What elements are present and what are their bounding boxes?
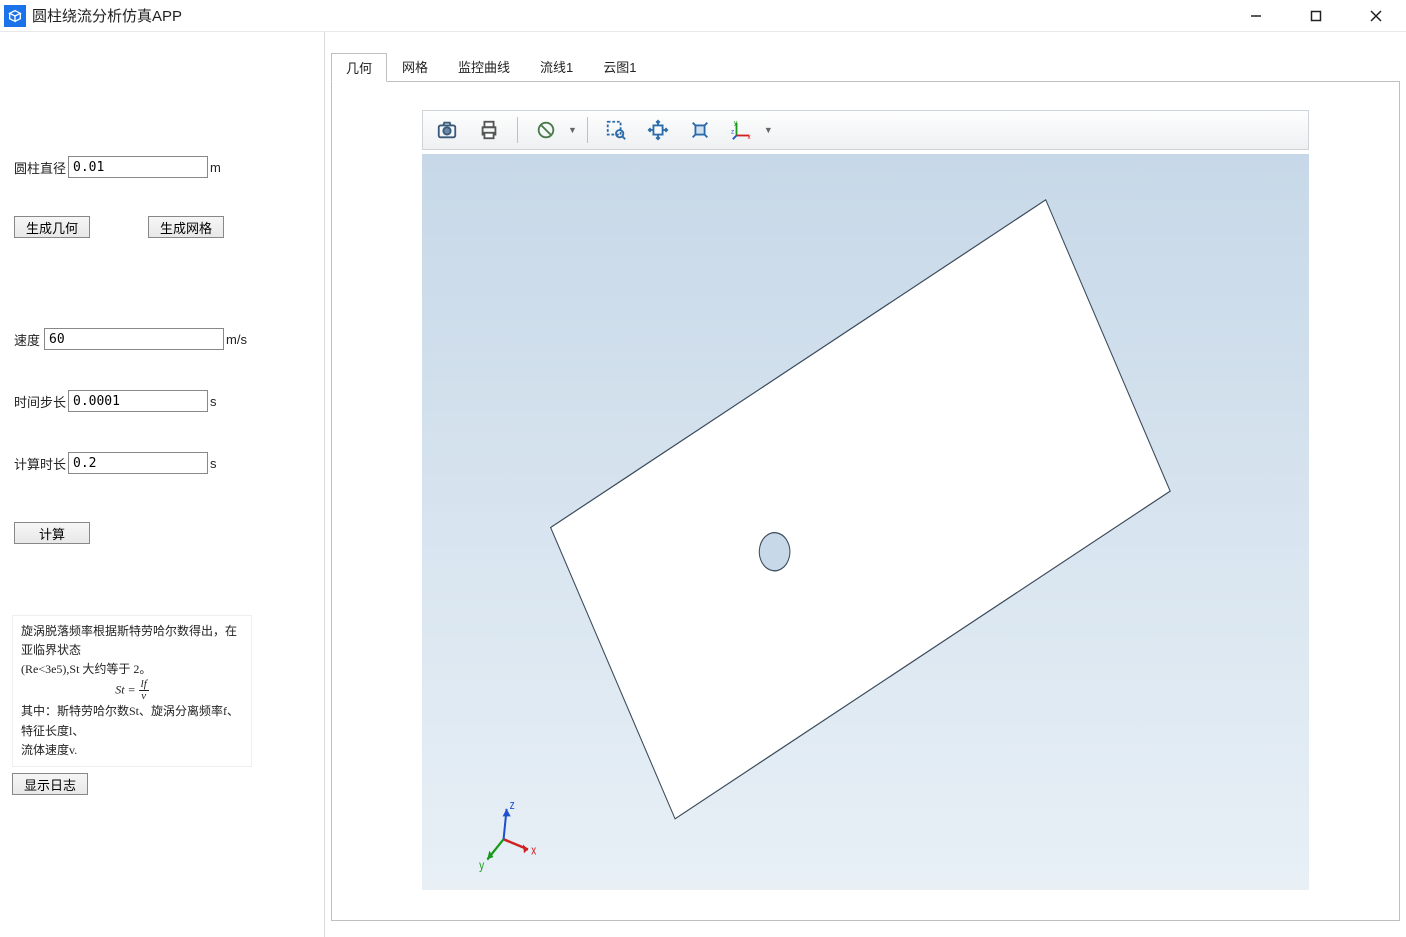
minimize-button[interactable] — [1226, 0, 1286, 32]
diameter-input[interactable] — [68, 156, 208, 178]
duration-row: 计算时长 s — [14, 452, 310, 474]
titlebar: 圆柱绕流分析仿真APP — [0, 0, 1406, 32]
timestep-label: 时间步长 — [14, 392, 68, 411]
info-line3: 其中：斯特劳哈尔数St、旋涡分离频率f、特征长度l、 — [21, 702, 243, 740]
pan-icon[interactable] — [640, 114, 676, 146]
timestep-unit: s — [210, 394, 217, 409]
diameter-row: 圆柱直径 m — [14, 156, 310, 178]
generate-mesh-button[interactable]: 生成网格 — [148, 216, 224, 238]
content-area: 几何 网格 监控曲线 流线1 云图1 ▼ — [325, 32, 1406, 937]
velocity-input[interactable] — [44, 328, 224, 350]
info-box: 旋涡脱落频率根据斯特劳哈尔数得出，在亚临界状态 (Re<3e5),St 大约等于… — [12, 615, 252, 767]
toolbar-separator — [587, 117, 588, 143]
tab-monitor-curve[interactable]: 监控曲线 — [443, 52, 525, 81]
fit-icon[interactable] — [682, 114, 718, 146]
generate-geometry-button[interactable]: 生成几何 — [14, 216, 90, 238]
velocity-label: 速度 — [14, 330, 44, 349]
app-icon — [4, 5, 26, 27]
timestep-input[interactable] — [68, 390, 208, 412]
print-icon[interactable] — [471, 114, 507, 146]
tab-contour1[interactable]: 云图1 — [588, 52, 651, 81]
toolbar-separator — [517, 117, 518, 143]
sidebar: 圆柱直径 m 生成几何 生成网格 速度 m/s 时间步长 s 计算时长 s 计算 — [0, 32, 325, 937]
svg-text:z: z — [731, 129, 734, 136]
camera-icon[interactable] — [429, 114, 465, 146]
chevron-down-icon[interactable]: ▼ — [568, 125, 577, 135]
svg-text:z: z — [510, 799, 515, 812]
tab-streamline1[interactable]: 流线1 — [525, 52, 588, 81]
forbid-icon[interactable] — [528, 114, 564, 146]
window-title: 圆柱绕流分析仿真APP — [32, 5, 182, 26]
maximize-button[interactable] — [1286, 0, 1346, 32]
tab-geometry[interactable]: 几何 — [331, 53, 387, 82]
info-line4: 流体速度v. — [21, 741, 243, 760]
axis-icon[interactable]: yxz — [724, 114, 760, 146]
diameter-label: 圆柱直径 — [14, 158, 68, 177]
axis-triad-icon: x y z — [479, 799, 536, 873]
compute-button[interactable]: 计算 — [14, 522, 90, 544]
info-line2: (Re<3e5),St 大约等于 2。 — [21, 660, 243, 679]
timestep-row: 时间步长 s — [14, 390, 310, 412]
svg-text:x: x — [747, 134, 751, 141]
svg-text:x: x — [531, 845, 536, 858]
duration-label: 计算时长 — [14, 454, 68, 473]
duration-input[interactable] — [68, 452, 208, 474]
show-log-button[interactable]: 显示日志 — [12, 773, 88, 795]
zoom-box-icon[interactable] — [598, 114, 634, 146]
duration-unit: s — [210, 456, 217, 471]
viewer-frame: ▼ y x z ▼ — [331, 81, 1400, 921]
strouhal-formula: St = lf v — [21, 679, 243, 702]
viewer-toolbar: ▼ yxz ▼ — [422, 110, 1309, 150]
info-line1: 旋涡脱落频率根据斯特劳哈尔数得出，在亚临界状态 — [21, 622, 243, 660]
diameter-unit: m — [210, 160, 221, 175]
chevron-down-icon[interactable]: ▼ — [764, 125, 773, 135]
geometry-canvas[interactable]: x y z — [422, 154, 1309, 890]
velocity-unit: m/s — [226, 332, 247, 347]
tab-mesh[interactable]: 网格 — [387, 52, 443, 81]
tab-strip: 几何 网格 监控曲线 流线1 云图1 — [325, 52, 1406, 81]
velocity-row: 速度 m/s — [14, 328, 310, 350]
svg-text:y: y — [479, 860, 484, 873]
close-button[interactable] — [1346, 0, 1406, 32]
